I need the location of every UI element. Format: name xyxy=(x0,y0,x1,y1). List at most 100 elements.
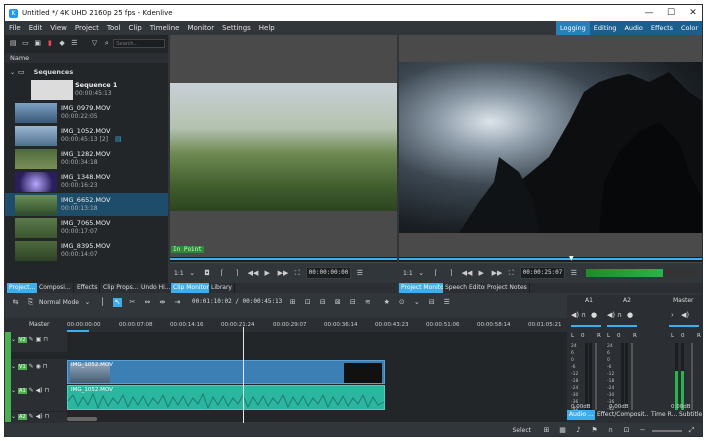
lock-icon[interactable]: ⊓ xyxy=(45,387,50,394)
forward-icon[interactable]: ▶▶ xyxy=(492,269,503,278)
menu-file[interactable]: File xyxy=(5,24,25,32)
pan-slider[interactable] xyxy=(669,325,699,327)
menu-clip[interactable]: Clip xyxy=(124,24,145,32)
forward-icon[interactable]: ▶▶ xyxy=(278,269,289,278)
edit-mode-select[interactable]: Normal Mode xyxy=(39,299,79,306)
snap-icon[interactable]: ⊞ xyxy=(288,298,297,307)
headphones-icon[interactable]: ∩ xyxy=(617,311,622,319)
extract-icon[interactable]: ⊟ xyxy=(348,298,357,307)
cut-icon[interactable]: ✂ xyxy=(128,298,137,307)
pan-slider[interactable] xyxy=(607,325,637,327)
spacer-icon[interactable]: ⇔ xyxy=(143,298,152,307)
layout-audio[interactable]: Audio xyxy=(620,21,646,35)
zoom-slider[interactable] xyxy=(652,429,682,432)
select-icon[interactable]: ⊞ xyxy=(542,426,551,435)
effects-icon[interactable]: ✎ xyxy=(29,413,34,420)
tab-audio-mixer[interactable]: Audio ... xyxy=(567,410,597,420)
tab-project[interactable]: Project... xyxy=(7,283,39,293)
timeline-scrollbar[interactable] xyxy=(67,417,97,421)
tab-project-monitor[interactable]: Project Monitor xyxy=(399,283,450,293)
chevron-right-icon[interactable]: › xyxy=(671,311,674,319)
video-clip[interactable]: IMG_1052.MOV xyxy=(67,360,385,384)
menu-monitor[interactable]: Monitor xyxy=(183,24,218,32)
chevron-down-icon[interactable]: ⌄ xyxy=(11,336,16,343)
project-monitor-ruler[interactable]: ▼ xyxy=(399,255,702,262)
record-icon[interactable]: ● xyxy=(627,311,633,319)
settings-icon[interactable]: ⊙ xyxy=(397,298,406,307)
tab-subtitles[interactable]: Subtitles xyxy=(677,410,702,420)
list-item[interactable]: IMG_0979.MOV 00:00:22:05 xyxy=(5,101,168,124)
menu-settings[interactable]: Settings xyxy=(218,24,255,32)
tab-clip-properties[interactable]: Clip Props... xyxy=(101,283,142,293)
headphones-icon[interactable]: ∩ xyxy=(581,311,586,319)
maximize-button[interactable]: ☐ xyxy=(660,5,682,21)
tab-time-remap[interactable]: Time R... xyxy=(649,410,681,420)
menu-icon[interactable]: ☰ xyxy=(569,269,578,278)
menu-icon[interactable]: ☰ xyxy=(355,269,364,278)
lock-icon[interactable]: ⊓ xyxy=(43,363,48,370)
list-item[interactable]: Sequence 1 00:00:45:13 xyxy=(5,78,168,101)
tab-speech-editor[interactable]: Speech Editor xyxy=(443,283,490,293)
tab-effect-composition[interactable]: Effect/Composit... xyxy=(595,410,654,420)
set-out-icon[interactable]: ⌉ xyxy=(447,269,456,278)
layout-color[interactable]: Color xyxy=(677,21,702,35)
clip-timecode[interactable]: 00:00:00:00 xyxy=(305,267,352,279)
tab-library[interactable]: Library xyxy=(209,283,235,293)
volume-fader[interactable] xyxy=(631,343,633,413)
ripple-icon[interactable]: ⇥ xyxy=(173,298,182,307)
tab-effects[interactable]: Effects xyxy=(75,283,101,293)
folder-add-icon[interactable]: ▭ xyxy=(21,39,29,48)
layout-logging[interactable]: Logging xyxy=(556,21,590,35)
volume-fader[interactable] xyxy=(595,343,597,413)
menu-project[interactable]: Project xyxy=(71,24,103,32)
filter-icon[interactable]: ▽ xyxy=(91,39,99,48)
chevron-down-icon[interactable]: ⌄ xyxy=(412,298,421,307)
audio-clip[interactable]: IMG_1052.MOV xyxy=(67,385,385,410)
clip-add-icon[interactable]: ▣ xyxy=(34,39,42,48)
clip-monitor-ruler[interactable] xyxy=(170,257,397,262)
favorite-icon[interactable]: ★ xyxy=(382,298,391,307)
effects-icon[interactable]: ✎ xyxy=(29,387,34,394)
volume-icon[interactable]: ◀) xyxy=(681,311,689,319)
chevron-down-icon[interactable]: ⌄ xyxy=(188,269,197,278)
fit-icon[interactable]: ◘ xyxy=(203,269,212,278)
chevron-down-icon[interactable]: ⌄ xyxy=(417,269,426,278)
razor-icon[interactable]: ⎮ xyxy=(98,298,107,307)
tab-project-notes[interactable]: Project Notes xyxy=(485,283,530,293)
audio-thumb-icon[interactable]: ♪ xyxy=(574,426,583,435)
markers-icon[interactable]: ⚑ xyxy=(590,426,599,435)
track-target-strip[interactable] xyxy=(5,332,11,422)
list-item[interactable]: IMG_1052.MOV 00:00:45:13 [2] ▤ xyxy=(5,124,168,147)
project-zoom[interactable]: 1:1 xyxy=(403,270,413,277)
layout-effects[interactable]: Effects xyxy=(647,21,677,35)
hide-icon[interactable]: ◉ xyxy=(36,363,41,370)
volume-icon[interactable]: ◀) xyxy=(607,311,615,319)
chevron-down-icon[interactable]: ⌄ xyxy=(11,363,16,370)
thumbnail-icon[interactable]: ▦ xyxy=(558,426,567,435)
layout-editing[interactable]: Editing xyxy=(590,21,621,35)
tab-clip-monitor[interactable]: Clip Monitor xyxy=(171,283,213,293)
chevron-down-icon[interactable]: ⌄ xyxy=(11,387,16,394)
collapse-icon[interactable]: ☰ xyxy=(442,298,451,307)
menu-timeline[interactable]: Timeline xyxy=(146,24,184,32)
record-icon[interactable]: ● xyxy=(591,311,597,319)
volume-fader[interactable] xyxy=(691,343,693,413)
rewind-icon[interactable]: ◀◀ xyxy=(248,269,259,278)
mute-icon[interactable]: ▣ xyxy=(36,336,42,343)
list-view-icon[interactable]: ☰ xyxy=(70,39,78,48)
bin-search-input[interactable] xyxy=(113,39,165,48)
lock-icon[interactable]: ⊓ xyxy=(45,413,50,420)
split-view-icon[interactable]: ⊟ xyxy=(427,298,436,307)
zoom-out-icon[interactable]: − xyxy=(638,426,647,435)
menu-help[interactable]: Help xyxy=(255,24,279,32)
fullscreen-icon[interactable]: ⛶ xyxy=(293,269,302,278)
list-item-selected[interactable]: IMG_6652.MOV 00:00:13:18 xyxy=(5,193,168,216)
volume-icon[interactable]: ◀) xyxy=(571,311,579,319)
tab-undo-history[interactable]: Undo Hi... xyxy=(139,283,174,293)
tab-compositions[interactable]: Composi... xyxy=(37,283,74,293)
bin-menu-icon[interactable]: ▤ xyxy=(9,39,17,48)
select-tool-icon[interactable]: ↖ xyxy=(112,297,122,307)
tag-icon[interactable]: ◆ xyxy=(58,39,66,48)
chevron-down-icon[interactable]: ⌄ xyxy=(83,298,92,307)
snap-icon[interactable]: ∩ xyxy=(606,426,615,435)
